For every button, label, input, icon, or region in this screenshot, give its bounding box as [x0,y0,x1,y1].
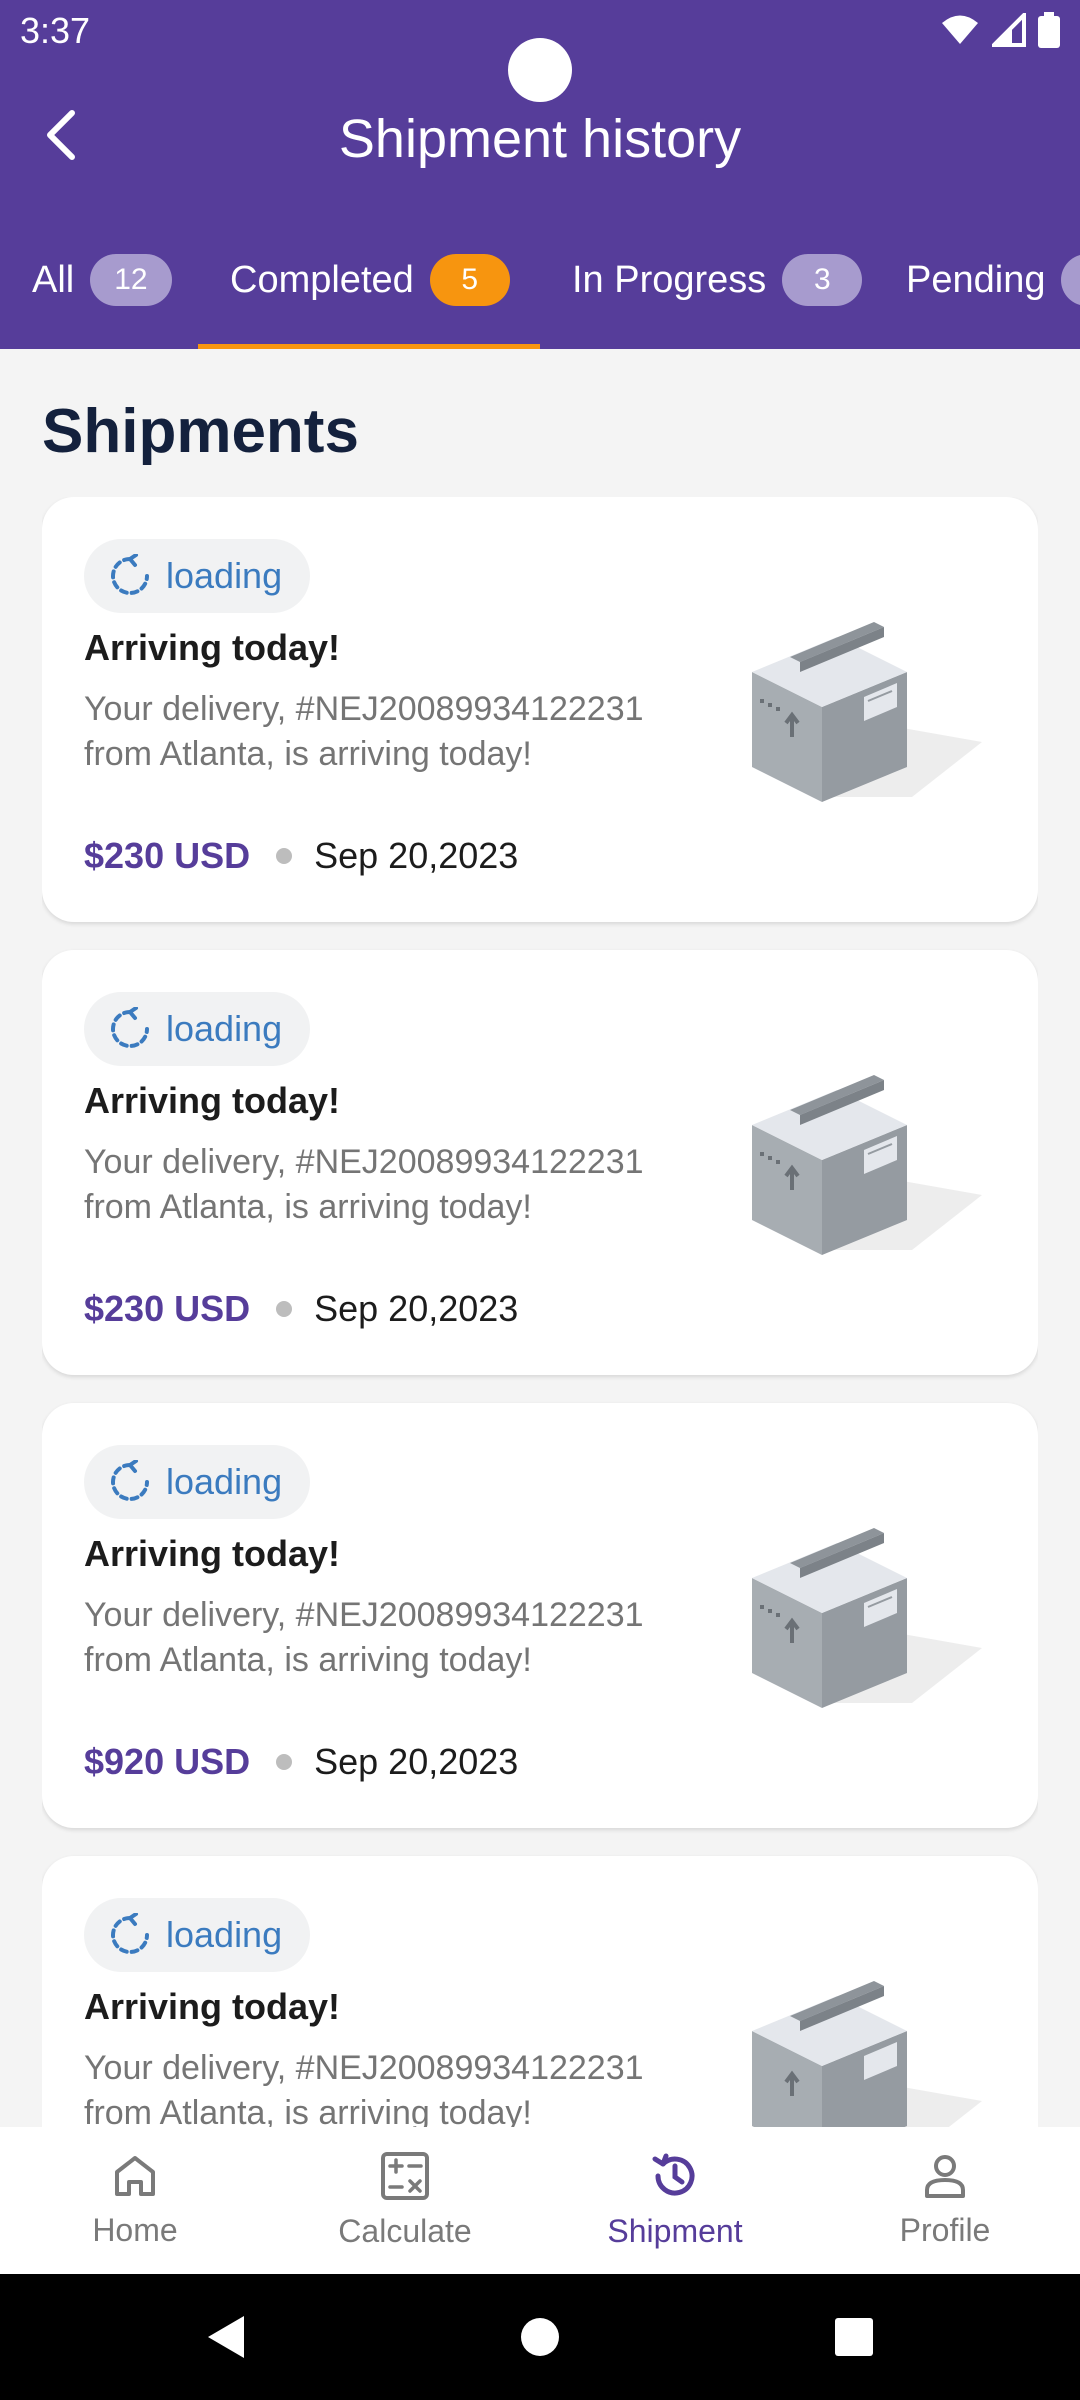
loading-icon [111,1460,149,1501]
home-icon [115,2156,155,2196]
shipment-price: $230 USD [84,835,251,876]
separator-dot [276,1301,293,1317]
history-icon [652,2153,695,2196]
shipment-meta: $920 USD Sep 20,2023 [84,1741,518,1783]
nav-label: Shipment [607,2213,743,2249]
section-title: Shipments [42,397,359,466]
triangle-back-icon [208,2316,244,2358]
nav-label: Home [92,2212,178,2248]
loading-icon [111,554,149,595]
camera-cutout [508,38,572,102]
calculator-icon [381,2152,429,2200]
shipment-title: Arriving today! [84,627,341,668]
package-box-icon [752,622,982,802]
description-line: Your delivery, #NEJ20089934122231 [84,690,644,728]
shipment-meta: $230 USD Sep 20,2023 [84,1288,518,1330]
separator-dot [276,1754,293,1770]
tab-label: All [32,259,75,301]
tab-label: In Progress [572,259,767,301]
shipment-description: Your delivery, #NEJ20089934122231 from A… [84,687,704,777]
tab-count-badge [1061,254,1080,306]
shipment-meta: $230 USD Sep 20,2023 [84,835,518,877]
tab-in-progress[interactable]: In Progress 3 [572,250,863,349]
shipment-title: Arriving today! [84,1986,341,2027]
nav-home[interactable]: Home [0,2127,270,2274]
tab-count-badge: 5 [429,254,510,306]
shipment-price: $230 USD [84,1288,251,1329]
tab-all[interactable]: All 12 [32,250,172,349]
circle-home-icon [521,2318,559,2356]
shipment-card[interactable]: loading Arriving today! Your delivery, #… [42,1856,1038,2127]
package-box-icon [752,1528,982,1708]
system-navigation-bar [0,2274,1080,2400]
status-text: loading [166,1008,283,1049]
status-text: loading [166,555,283,596]
shipment-price: $920 USD [84,1741,251,1782]
tab-count-badge: 12 [90,254,172,306]
nav-label: Profile [899,2212,991,2248]
page-title: Shipment history [338,109,742,169]
shipment-card[interactable]: loading Arriving today! Your delivery, #… [42,497,1038,922]
description-line: from Atlanta, is arriving today! [84,1641,532,1679]
nav-label: Calculate [338,2213,472,2249]
bottom-navigation: Home Calculate Shipment Profile [0,2127,1080,2274]
tab-completed[interactable]: Completed 5 [230,250,510,349]
shipment-date: Sep 20,2023 [314,835,519,876]
shipment-description: Your delivery, #NEJ20089934122231 from A… [84,2046,704,2127]
status-text: loading [166,1461,283,1502]
status-bar: 3:37 [0,0,1080,102]
description-line: Your delivery, #NEJ20089934122231 [84,2049,644,2087]
description-line: from Atlanta, is arriving today! [84,735,532,773]
shipment-date: Sep 20,2023 [314,1741,519,1782]
system-recents-button[interactable] [824,2274,884,2400]
shipment-list[interactable]: loading Arriving today! Your delivery, #… [42,497,1038,2127]
shipment-title: Arriving today! [84,1533,341,1574]
separator-dot [276,848,293,864]
tab-count-badge: 3 [782,254,863,306]
status-time: 3:37 [20,10,91,51]
nav-shipment[interactable]: Shipment [540,2127,810,2274]
system-home-button[interactable] [500,2274,580,2400]
shipment-card[interactable]: loading Arriving today! Your delivery, #… [42,1403,1038,1828]
app-header: 3:37 Shipment history All 12 Completed 5 [0,0,1080,349]
active-tab-indicator [198,344,540,349]
status-pill: loading [84,1898,311,1972]
status-pill: loading [84,1445,311,1519]
shipment-card[interactable]: loading Arriving today! Your delivery, #… [42,950,1038,1375]
status-tabs: All 12 Completed 5 In Progress 3 Pending [0,250,1080,349]
signal-icon [989,10,1026,52]
loading-icon [111,1913,149,1954]
package-box-icon [752,1075,982,1255]
status-pill: loading [84,992,311,1066]
shipment-title: Arriving today! [84,1080,341,1121]
shipment-description: Your delivery, #NEJ20089934122231 from A… [84,1140,704,1230]
description-line: Your delivery, #NEJ20089934122231 [84,1143,644,1181]
status-text: loading [166,1914,283,1955]
system-back-button[interactable] [196,2274,256,2400]
battery-icon [1038,12,1060,53]
profile-icon [925,2155,965,2198]
shipment-description: Your delivery, #NEJ20089934122231 from A… [84,1593,704,1683]
tab-label: Pending [906,259,1046,301]
wifi-icon [940,14,980,51]
shipment-date: Sep 20,2023 [314,1288,519,1329]
nav-calculate[interactable]: Calculate [270,2127,540,2274]
tab-label: Completed [230,259,414,301]
square-recents-icon [835,2318,873,2356]
nav-profile[interactable]: Profile [810,2127,1080,2274]
package-box-icon [752,1981,982,2127]
description-line: from Atlanta, is arriving today! [84,1188,532,1226]
loading-icon [111,1007,149,1048]
tab-pending[interactable]: Pending [906,250,1080,349]
status-pill: loading [84,539,311,613]
description-line: Your delivery, #NEJ20089934122231 [84,1596,644,1634]
description-line: from Atlanta, is arriving today! [84,2094,532,2127]
status-icons [940,10,1060,53]
